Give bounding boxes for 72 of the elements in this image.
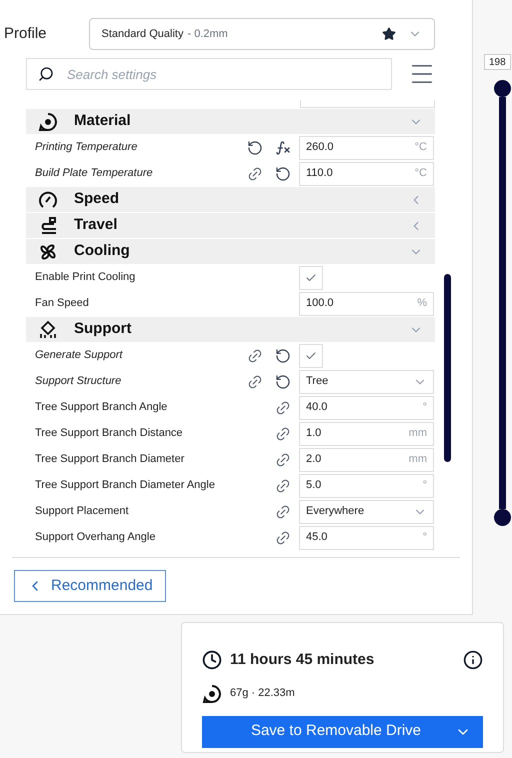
- category-title: Speed: [74, 189, 120, 210]
- unit-label: °: [422, 400, 427, 416]
- value-field[interactable]: 1.0 mm: [299, 422, 434, 446]
- gauge-icon: [38, 190, 58, 210]
- category-header[interactable]: Material: [26, 109, 435, 134]
- support-icon: [38, 320, 58, 340]
- unit-label: °C: [414, 166, 427, 182]
- layer-slider-range[interactable]: [499, 97, 506, 509]
- star-icon[interactable]: [382, 27, 396, 41]
- value-field[interactable]: 40.0 °: [299, 396, 434, 420]
- category-header[interactable]: Travel: [26, 213, 435, 238]
- category-title: Cooling: [74, 241, 131, 262]
- setting-label: Build Plate Temperature: [35, 166, 154, 182]
- unit-label: °: [422, 478, 427, 494]
- unit-label: °C: [414, 140, 427, 156]
- checkbox[interactable]: [299, 266, 323, 290]
- setting-label: Printing Temperature: [35, 140, 138, 156]
- info-icon[interactable]: [463, 650, 483, 670]
- layer-height-label: - 0.2mm: [187, 26, 229, 42]
- print-time: 11 hours 45 minutes: [230, 650, 376, 670]
- layer-number: 198: [484, 54, 511, 70]
- setting-label: Support Placement: [35, 504, 130, 520]
- setting-label: Tree Support Branch Diameter Angle: [35, 478, 216, 494]
- reset-icon[interactable]: [247, 140, 263, 156]
- search-icon: [38, 66, 54, 82]
- value-field[interactable]: 2.0 mm: [299, 448, 434, 472]
- setting-label: Generate Support: [35, 348, 124, 364]
- reset-icon[interactable]: [275, 166, 291, 182]
- checkbox[interactable]: [299, 344, 323, 368]
- function-icon[interactable]: [275, 140, 291, 156]
- setting-label: Support Overhang Angle: [35, 530, 156, 546]
- category-header[interactable]: Support: [26, 317, 435, 342]
- reset-icon[interactable]: [275, 374, 291, 390]
- category-title: Support: [74, 319, 132, 340]
- unit-label: %: [417, 296, 427, 312]
- recommended-button[interactable]: Recommended: [14, 570, 166, 602]
- setting-label: Tree Support Branch Diameter: [35, 452, 186, 468]
- slider-handle[interactable]: [494, 509, 511, 526]
- spool-icon: [202, 684, 222, 704]
- fan-icon: [38, 242, 58, 262]
- spool-icon: [38, 112, 58, 132]
- unit-label: mm: [408, 426, 427, 442]
- search-field[interactable]: Search settings: [26, 58, 392, 90]
- value-field[interactable]: 45.0 °: [299, 526, 434, 550]
- setting-label: Tree Support Branch Distance: [35, 426, 184, 442]
- material-usage: 67g · 22.33m: [230, 686, 295, 702]
- slider-handle[interactable]: [494, 80, 511, 97]
- setting-label: Enable Print Cooling: [35, 270, 136, 286]
- clock-icon: [202, 650, 222, 670]
- scrollbar[interactable]: [444, 274, 451, 462]
- setting-label: Fan Speed: [35, 296, 90, 312]
- reset-icon[interactable]: [275, 348, 291, 364]
- check-icon: [305, 350, 317, 362]
- category-title: Travel: [74, 215, 118, 236]
- category-header[interactable]: Cooling: [26, 239, 435, 264]
- profile-label: Profile: [4, 24, 47, 44]
- unit-label: °: [422, 530, 427, 546]
- dropdown-field[interactable]: Everywhere: [299, 500, 434, 524]
- setting-label: Support Structure: [35, 374, 122, 390]
- value-field[interactable]: 260.0 °C: [299, 136, 434, 160]
- unit-label: mm: [408, 452, 427, 468]
- setting-label: Tree Support Branch Angle: [35, 400, 168, 416]
- category-title: Material: [74, 111, 132, 132]
- profile-dropdown[interactable]: Standard Quality - 0.2mm: [88, 18, 435, 50]
- value-field[interactable]: [300, 100, 435, 108]
- value-field[interactable]: 110.0 °C: [299, 162, 434, 186]
- category-header[interactable]: Speed: [26, 187, 435, 212]
- save-button[interactable]: Save to Removable Drive: [202, 716, 483, 748]
- dropdown-field[interactable]: Tree: [299, 370, 434, 394]
- value-field[interactable]: 5.0 °: [299, 474, 434, 498]
- check-icon: [305, 272, 317, 284]
- value-field[interactable]: 100.0 %: [299, 292, 434, 316]
